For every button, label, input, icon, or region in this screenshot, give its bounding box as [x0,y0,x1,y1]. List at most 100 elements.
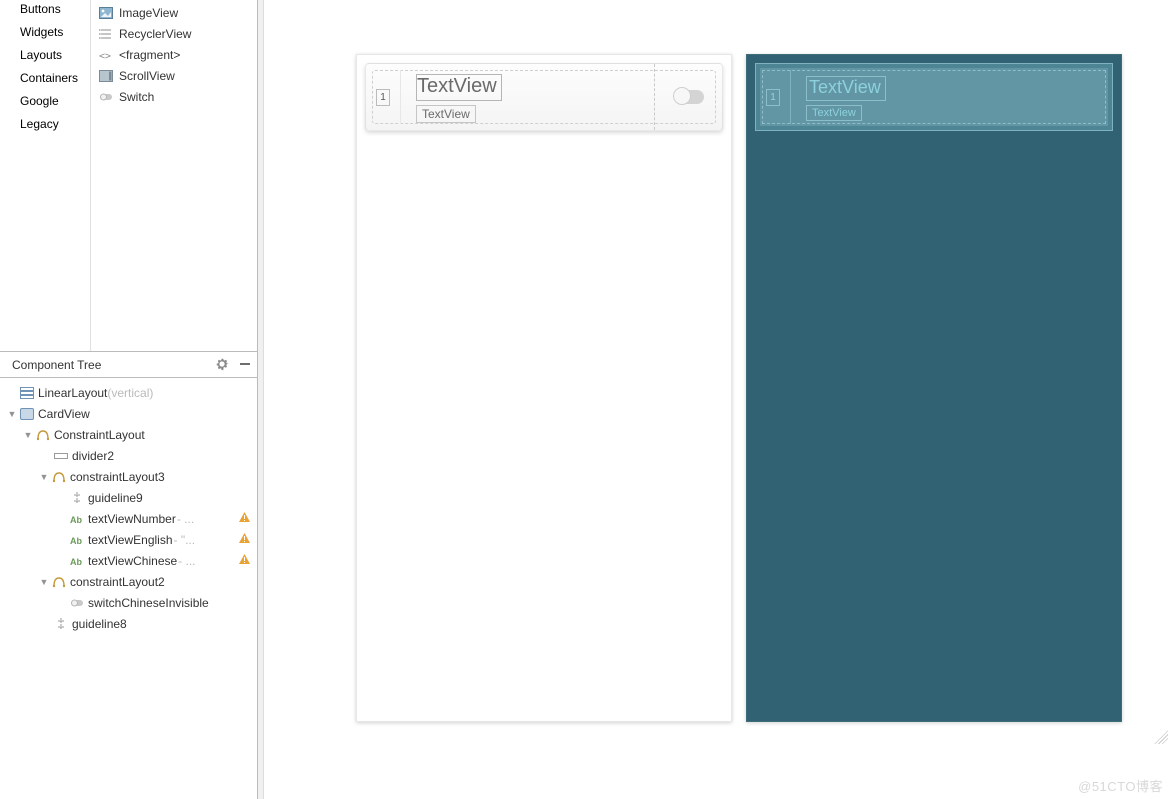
preview-number-box[interactable]: 1 [366,89,400,106]
tree-node-label: guideline8 [72,617,127,631]
palette-category-layouts[interactable]: Layouts [2,44,90,67]
tree-node-label: divider2 [72,449,114,463]
svg-text:Ab: Ab [70,515,82,525]
preview-number-text: 1 [376,89,390,106]
palette-widget-label: RecyclerView [119,27,191,41]
minimize-icon[interactable] [239,358,251,372]
textview-icon: Ab [70,534,84,546]
palette-category-google[interactable]: Google [2,90,90,113]
component-tree: LinearLayout(vertical) ▼ CardView ▼ Cons… [0,378,257,799]
tree-node-switchchineseinvisible[interactable]: switchChineseInvisible [0,592,257,613]
collapse-icon[interactable]: ▼ [38,577,50,587]
tree-node-textviewnumber[interactable]: Ab textViewNumber- ... [0,508,257,529]
tree-node-textviewenglish[interactable]: Ab textViewEnglish- "... [0,529,257,550]
left-panel: Buttons Widgets Layouts Containers Googl… [0,0,258,799]
preview-textview-chinese[interactable]: TextView [416,105,476,123]
switch-thumb-icon [673,87,691,105]
guideline-icon [70,492,84,504]
blueprint-preview[interactable]: 1 TextView TextView [746,54,1122,722]
collapse-icon[interactable]: ▼ [22,430,34,440]
tree-node-label: CardView [38,407,90,421]
constraintlayout-icon [52,576,66,588]
palette-category-widgets[interactable]: Widgets [2,21,90,44]
warning-icon[interactable] [228,511,251,527]
palette-widget-label: ScrollView [119,69,175,83]
preview-texts: TextView TextView [400,70,654,125]
svg-text:Ab: Ab [70,536,82,546]
textview-icon: Ab [70,513,84,525]
tree-node-label: textViewEnglish- "... [88,533,195,547]
switch-icon [70,597,84,609]
tree-node-label: constraintLayout2 [70,575,165,589]
tree-node-label: switchChineseInvisible [88,596,209,610]
tree-node-label: ConstraintLayout [54,428,145,442]
resize-grip-icon[interactable] [1154,730,1168,744]
palette-widget-label: <fragment> [119,48,180,62]
preview-cardview[interactable]: 1 TextView TextView [365,63,723,131]
constraintlayout-icon [36,429,50,441]
tree-node-label: LinearLayout(vertical) [38,386,153,400]
palette-categories: Buttons Widgets Layouts Containers Googl… [0,0,90,351]
tree-node-label: textViewChinese- ... [88,554,196,568]
canvas-container: 1 TextView TextView 1 [356,54,1122,722]
scroll-icon [99,70,113,82]
palette-widgets-list: ImageView RecyclerView <> <fragment> [90,0,257,351]
palette-widget-imageview[interactable]: ImageView [93,2,257,23]
design-surface[interactable]: 1 TextView TextView 1 [264,0,1171,799]
textview-icon: Ab [70,555,84,567]
blueprint-texts: TextView TextView [790,72,1044,123]
palette-panel: Buttons Widgets Layouts Containers Googl… [0,0,257,352]
blueprint-number-text: 1 [766,89,780,106]
tree-node-linearlayout[interactable]: LinearLayout(vertical) [0,382,257,403]
preview-switch[interactable] [674,90,704,104]
guideline-icon [54,618,68,630]
blueprint-cardview[interactable]: 1 TextView TextView [755,63,1113,131]
blueprint-switch-container [1044,64,1112,130]
constraintlayout-icon [52,471,66,483]
blueprint-number-box[interactable]: 1 [756,89,790,106]
component-tree-header: Component Tree [0,352,257,378]
palette-widget-recyclerview[interactable]: RecyclerView [93,23,257,44]
palette-category-legacy[interactable]: Legacy [2,113,90,136]
tree-node-label: textViewNumber- ... [88,512,194,526]
tree-node-constraintlayout3[interactable]: ▼ constraintLayout3 [0,466,257,487]
fragment-icon: <> [99,49,113,61]
warning-icon[interactable] [228,553,251,569]
image-icon [99,7,113,19]
tree-node-guideline8[interactable]: guideline8 [0,613,257,634]
palette-category-containers[interactable]: Containers [2,67,90,90]
view-icon [54,450,68,462]
collapse-icon[interactable]: ▼ [6,409,18,419]
palette-widget-scrollview[interactable]: ScrollView [93,65,257,86]
svg-text:<>: <> [99,51,111,61]
gear-icon[interactable] [215,357,229,373]
component-tree-title: Component Tree [12,358,101,372]
warning-icon[interactable] [228,532,251,548]
preview-switch-container [654,64,722,130]
design-preview[interactable]: 1 TextView TextView [356,54,732,722]
tree-node-label: guideline9 [88,491,143,505]
preview-textview-english[interactable]: TextView [416,74,502,101]
watermark-text: @51CTO博客 [1078,776,1163,795]
svg-text:Ab: Ab [70,557,82,567]
blueprint-textview-english[interactable]: TextView [806,76,886,101]
tree-node-textviewchinese[interactable]: Ab textViewChinese- ... [0,550,257,571]
palette-category-buttons[interactable]: Buttons [2,2,90,21]
palette-widget-label: ImageView [119,6,178,20]
collapse-icon[interactable]: ▼ [38,472,50,482]
tree-node-constraintlayout2[interactable]: ▼ constraintLayout2 [0,571,257,592]
divider-icon [400,70,401,124]
list-icon [99,28,113,40]
palette-widget-switch[interactable]: Switch [93,86,257,107]
palette-widget-fragment[interactable]: <> <fragment> [93,44,257,65]
tree-node-constraintlayout[interactable]: ▼ ConstraintLayout [0,424,257,445]
cardview-icon [20,408,34,420]
blueprint-textview-chinese[interactable]: TextView [806,105,862,121]
tree-node-divider2[interactable]: divider2 [0,445,257,466]
tree-node-label: constraintLayout3 [70,470,165,484]
switch-icon [99,91,113,103]
tree-node-cardview[interactable]: ▼ CardView [0,403,257,424]
tree-node-guideline9[interactable]: guideline9 [0,487,257,508]
palette-widget-label: Switch [119,90,154,104]
linearlayout-icon [20,387,34,399]
